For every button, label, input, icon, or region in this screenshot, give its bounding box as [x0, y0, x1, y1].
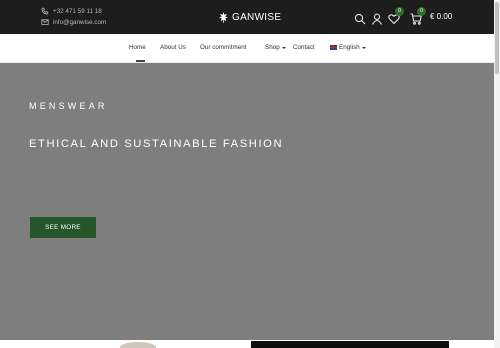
nav-item-home[interactable]: Home: [129, 44, 146, 51]
phone-icon: [41, 7, 49, 15]
promo-tile-right[interactable]: [251, 341, 449, 348]
hero-title: ETHICAL AND SUSTAINABLE FASHION: [29, 138, 284, 150]
nav-item-contact[interactable]: Contact: [293, 44, 315, 51]
phone-number: +32 471 59 11 18: [53, 7, 102, 15]
mail-icon: [41, 19, 49, 25]
product-image: [120, 342, 156, 348]
page: +32 471 59 11 18 info@ganwise.com GANWIS…: [0, 0, 500, 348]
chevron-down-icon: [361, 46, 366, 49]
cart-button[interactable]: 0: [410, 7, 426, 25]
nav-item-shop-label: Shop: [265, 44, 280, 51]
hero-banner: MENSWEAR ETHICAL AND SUSTAINABLE FASHION…: [0, 63, 494, 340]
see-more-button[interactable]: SEE MORE: [30, 217, 96, 238]
cart-total[interactable]: € 0.00: [430, 12, 452, 21]
leaf-logo-icon: [219, 11, 228, 23]
language-switcher[interactable]: English: [330, 44, 366, 51]
uk-flag-icon: [330, 45, 337, 50]
active-nav-indicator: [136, 60, 145, 62]
main-navigation: Home About Us Our commitment Shop Contac…: [0, 34, 494, 63]
top-bar: +32 471 59 11 18 info@ganwise.com GANWIS…: [0, 0, 494, 34]
user-icon: [372, 13, 382, 25]
email-link[interactable]: info@ganwise.com: [41, 17, 106, 27]
language-label: English: [339, 44, 360, 51]
nav-item-about-us[interactable]: About Us: [160, 44, 186, 51]
nav-item-our-commitment[interactable]: Our commitment: [200, 44, 247, 51]
search-button[interactable]: [354, 10, 366, 25]
search-icon: [354, 13, 366, 25]
nav-item-shop[interactable]: Shop: [265, 44, 286, 51]
wishlist-count-badge: 0: [395, 7, 404, 16]
hero-eyebrow: MENSWEAR: [29, 101, 108, 111]
phone-link[interactable]: +32 471 59 11 18: [41, 6, 106, 16]
page-scrollbar[interactable]: [494, 0, 500, 348]
chevron-down-icon: [281, 46, 286, 49]
wishlist-button[interactable]: 0: [388, 7, 404, 25]
brand-name: GANWISE: [232, 11, 282, 23]
cart-count-badge: 0: [417, 7, 426, 16]
account-button[interactable]: [371, 10, 383, 25]
scrollbar-thumb[interactable]: [495, 2, 499, 74]
email-address: info@ganwise.com: [53, 18, 107, 26]
contact-info: +32 471 59 11 18 info@ganwise.com: [41, 6, 106, 28]
brand-logo[interactable]: GANWISE: [219, 10, 281, 24]
